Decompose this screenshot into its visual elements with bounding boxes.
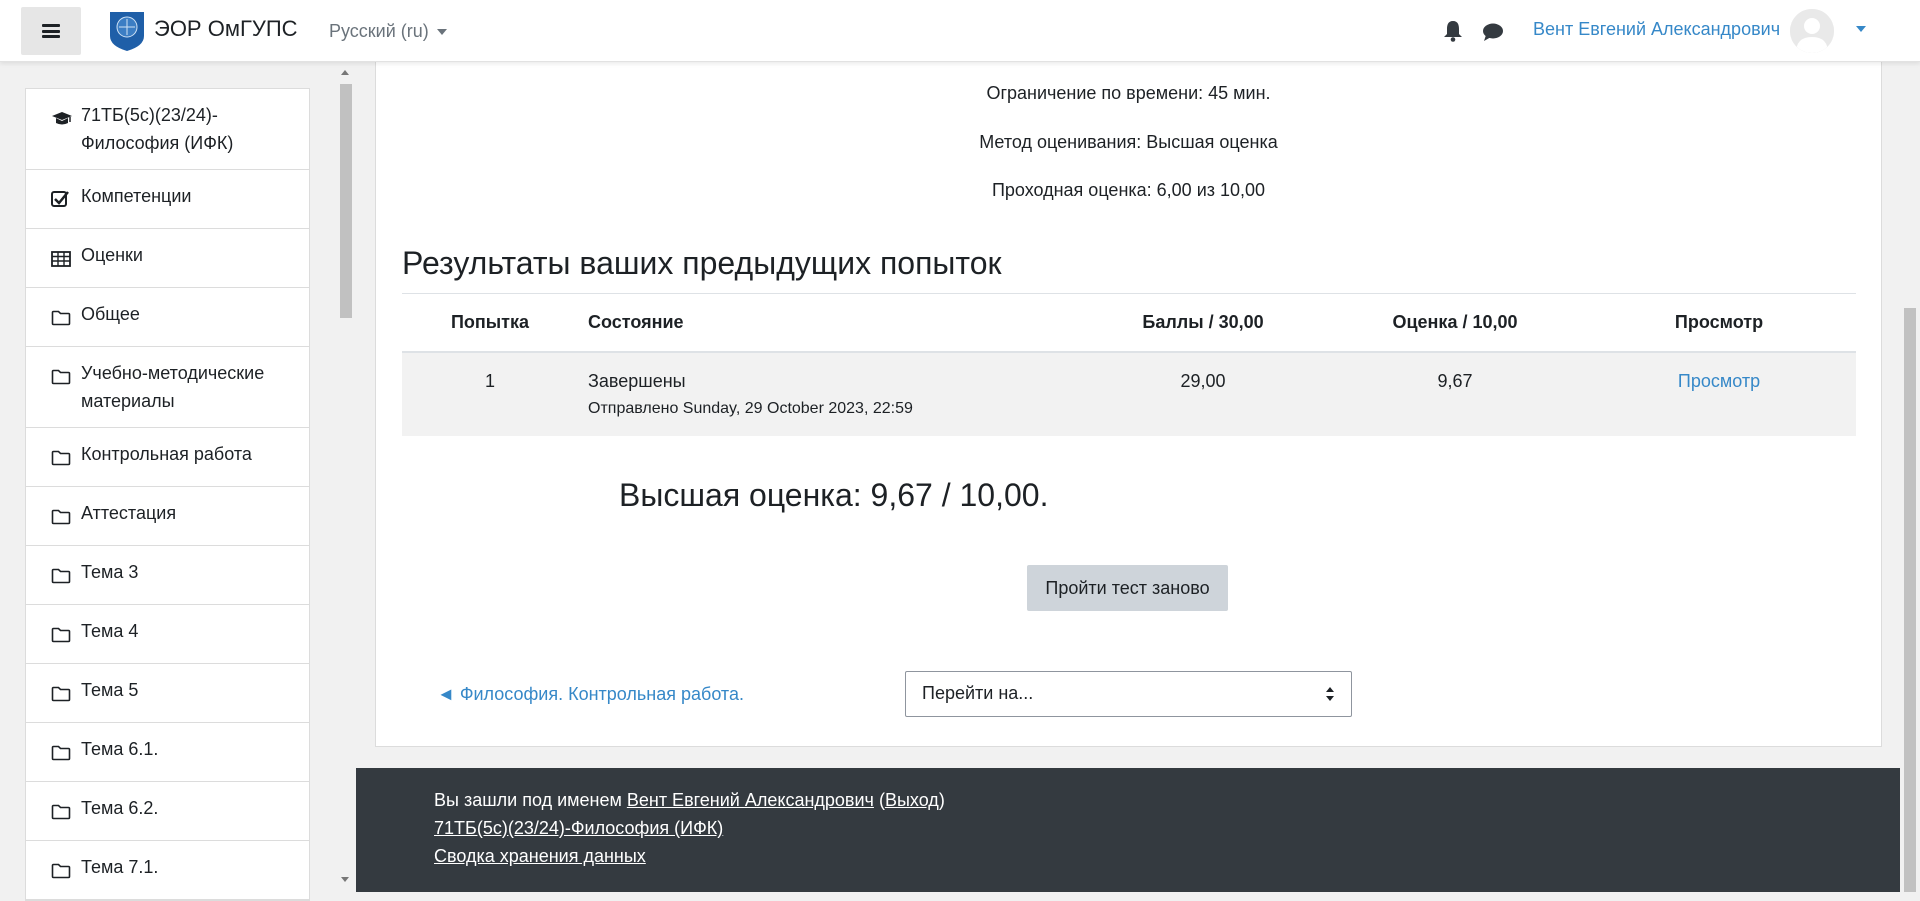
sidebar-item[interactable]: Оценки bbox=[26, 229, 309, 288]
attempt-state: Завершены bbox=[588, 370, 686, 391]
sidebar-item[interactable]: Тема 6.2. bbox=[26, 782, 309, 841]
results-heading: Результаты ваших предыдущих попыток bbox=[402, 245, 1002, 281]
sidebar-item-label: Контрольная работа bbox=[81, 444, 252, 464]
sidebar-item-label: Тема 7.1. bbox=[81, 857, 159, 877]
attempt-submitted-date: Отправлено Sunday, 29 October 2023, 22:5… bbox=[588, 399, 913, 417]
column-header-marks: Баллы / 30,00 bbox=[1078, 293, 1328, 353]
footer-course-link[interactable]: 71ТБ(5с)(23/24)-Философия (ИФК) bbox=[434, 818, 723, 838]
passing-grade-text: Проходная оценка: 6,00 из 10,00 bbox=[991, 180, 1266, 200]
sidebar-item[interactable]: Общее bbox=[26, 288, 309, 347]
logout-link[interactable]: Выход bbox=[885, 790, 939, 810]
drawer-scrollbar-thumb[interactable] bbox=[340, 84, 352, 318]
review-link[interactable]: Просмотр bbox=[1678, 371, 1760, 391]
sidebar-item[interactable]: Учебно-методические материалы bbox=[26, 347, 309, 428]
attempt-state-cell: Завершены Отправлено Sunday, 29 October … bbox=[578, 351, 1078, 436]
folder-icon bbox=[51, 499, 75, 533]
table-header-row: Попытка Состояние Баллы / 30,00 Оценка /… bbox=[402, 293, 1856, 353]
attempt-marks: 29,00 bbox=[1078, 351, 1328, 436]
avatar[interactable] bbox=[1790, 9, 1834, 53]
sidebar-item[interactable]: 71ТБ(5с)(23/24)- Философия (ИФК) bbox=[26, 89, 309, 170]
select-arrows-icon bbox=[1326, 687, 1334, 701]
hamburger-icon bbox=[42, 24, 60, 38]
data-retention-link[interactable]: Сводка хранения данных bbox=[434, 846, 646, 866]
attempts-table: Попытка Состояние Баллы / 30,00 Оценка /… bbox=[402, 293, 1856, 436]
login-info-prefix: Вы зашли под именем bbox=[434, 790, 622, 810]
sidebar-item[interactable]: Тема 4 bbox=[26, 605, 309, 664]
folder-icon bbox=[51, 676, 75, 710]
sidebar-item[interactable]: Тема 5 bbox=[26, 664, 309, 723]
chat-icon[interactable] bbox=[1482, 22, 1504, 42]
attempt-grade: 9,67 bbox=[1328, 351, 1582, 436]
highest-grade-text: Высшая оценка: 9,67 / 10,00. bbox=[619, 477, 1049, 513]
scroll-up-arrow-icon[interactable] bbox=[341, 70, 349, 75]
sidebar-item[interactable]: Компетенции bbox=[26, 170, 309, 229]
quiz-card: Ограничение по времени: 45 мин. Метод оц… bbox=[375, 50, 1882, 747]
language-label: Русский (ru) bbox=[329, 21, 429, 41]
course-nav-list: 71ТБ(5с)(23/24)- Философия (ИФК) Компетен… bbox=[25, 88, 310, 901]
sidebar-item-label: Общее bbox=[81, 304, 140, 324]
folder-icon bbox=[51, 300, 75, 334]
menu-toggle-button[interactable] bbox=[21, 7, 81, 55]
footer-course-line: 71ТБ(5с)(23/24)-Философия (ИФК) bbox=[434, 818, 723, 839]
sidebar-item-label: 71ТБ(5с)(23/24)- Философия (ИФК) bbox=[81, 105, 234, 153]
page-scrollbar-thumb[interactable] bbox=[1904, 308, 1916, 892]
bell-icon[interactable] bbox=[1443, 20, 1463, 42]
column-header-review: Просмотр bbox=[1582, 293, 1856, 353]
user-menu-caret-icon[interactable] bbox=[1856, 26, 1866, 32]
attempt-number: 1 bbox=[402, 351, 578, 436]
table-icon bbox=[51, 241, 75, 275]
folder-icon bbox=[51, 853, 75, 887]
sidebar-item-label: Тема 6.2. bbox=[81, 798, 159, 818]
checkbox-icon bbox=[51, 182, 75, 216]
column-header-grade: Оценка / 10,00 bbox=[1328, 293, 1582, 353]
folder-icon bbox=[51, 617, 75, 651]
logout-close-paren: ) bbox=[938, 790, 945, 810]
sidebar-item-label: Компетенции bbox=[81, 186, 192, 206]
login-info: Вы зашли под именем Вент Евгений Алексан… bbox=[434, 790, 945, 811]
page-scrollbar[interactable] bbox=[1900, 62, 1920, 892]
user-menu-name[interactable]: Вент Евгений Александрович bbox=[1533, 19, 1780, 40]
university-logo[interactable] bbox=[108, 10, 146, 52]
sidebar-item-label: Аттестация bbox=[81, 503, 177, 523]
sidebar-item-label: Учебно-методические материалы bbox=[81, 363, 265, 411]
navigation-drawer: 71ТБ(5с)(23/24)- Философия (ИФК) Компетен… bbox=[0, 62, 356, 901]
sidebar-item-label: Тема 6.1. bbox=[81, 739, 159, 759]
drawer-scrollbar[interactable] bbox=[336, 62, 354, 892]
graduation-cap-icon bbox=[51, 101, 75, 135]
folder-icon bbox=[51, 359, 75, 393]
folder-icon bbox=[51, 440, 75, 474]
user-avatar-icon bbox=[1790, 9, 1834, 53]
folder-icon bbox=[51, 794, 75, 828]
sidebar-item[interactable]: Контрольная работа bbox=[26, 428, 309, 487]
table-row: 1 Завершены Отправлено Sunday, 29 Octobe… bbox=[402, 351, 1856, 436]
attempt-review-cell: Просмотр bbox=[1582, 351, 1856, 436]
sidebar-item-label: Тема 3 bbox=[81, 562, 139, 582]
folder-icon bbox=[51, 558, 75, 592]
previous-activity-link[interactable]: ◄ Философия. Контрольная работа. bbox=[437, 684, 744, 705]
folder-icon bbox=[51, 735, 75, 769]
sidebar-item-label: Тема 4 bbox=[81, 621, 139, 641]
grading-method-text: Метод оценивания: Высшая оценка bbox=[979, 132, 1278, 152]
footer-user-link[interactable]: Вент Евгений Александрович bbox=[627, 790, 874, 810]
reattempt-quiz-button[interactable]: Пройти тест заново bbox=[1027, 565, 1228, 611]
jump-to-select[interactable]: Перейти на... bbox=[905, 671, 1352, 717]
jump-to-value: Перейти на... bbox=[922, 683, 1034, 703]
time-limit-text: Ограничение по времени: 45 мин. bbox=[986, 83, 1271, 103]
column-header-attempt: Попытка bbox=[402, 293, 578, 353]
language-menu[interactable]: Русский (ru) bbox=[329, 21, 447, 42]
sidebar-item[interactable]: Тема 3 bbox=[26, 546, 309, 605]
scroll-down-arrow-icon[interactable] bbox=[341, 877, 349, 882]
site-name[interactable]: ЭОР ОмГУПС bbox=[154, 16, 298, 42]
sidebar-item[interactable]: Аттестация bbox=[26, 487, 309, 546]
column-header-state: Состояние bbox=[578, 293, 1078, 353]
sidebar-item[interactable]: Тема 6.1. bbox=[26, 723, 309, 782]
footer-retention-line: Сводка хранения данных bbox=[434, 846, 646, 867]
sidebar-item-label: Оценки bbox=[81, 245, 143, 265]
top-navbar: ЭОР ОмГУПС Русский (ru) Вент Евгений Але… bbox=[0, 0, 1920, 62]
sidebar-item[interactable]: Тема 7.1. bbox=[26, 841, 309, 900]
page-footer: Вы зашли под именем Вент Евгений Алексан… bbox=[356, 768, 1900, 892]
sidebar-item-label: Тема 5 bbox=[81, 680, 139, 700]
caret-down-icon bbox=[436, 29, 447, 36]
